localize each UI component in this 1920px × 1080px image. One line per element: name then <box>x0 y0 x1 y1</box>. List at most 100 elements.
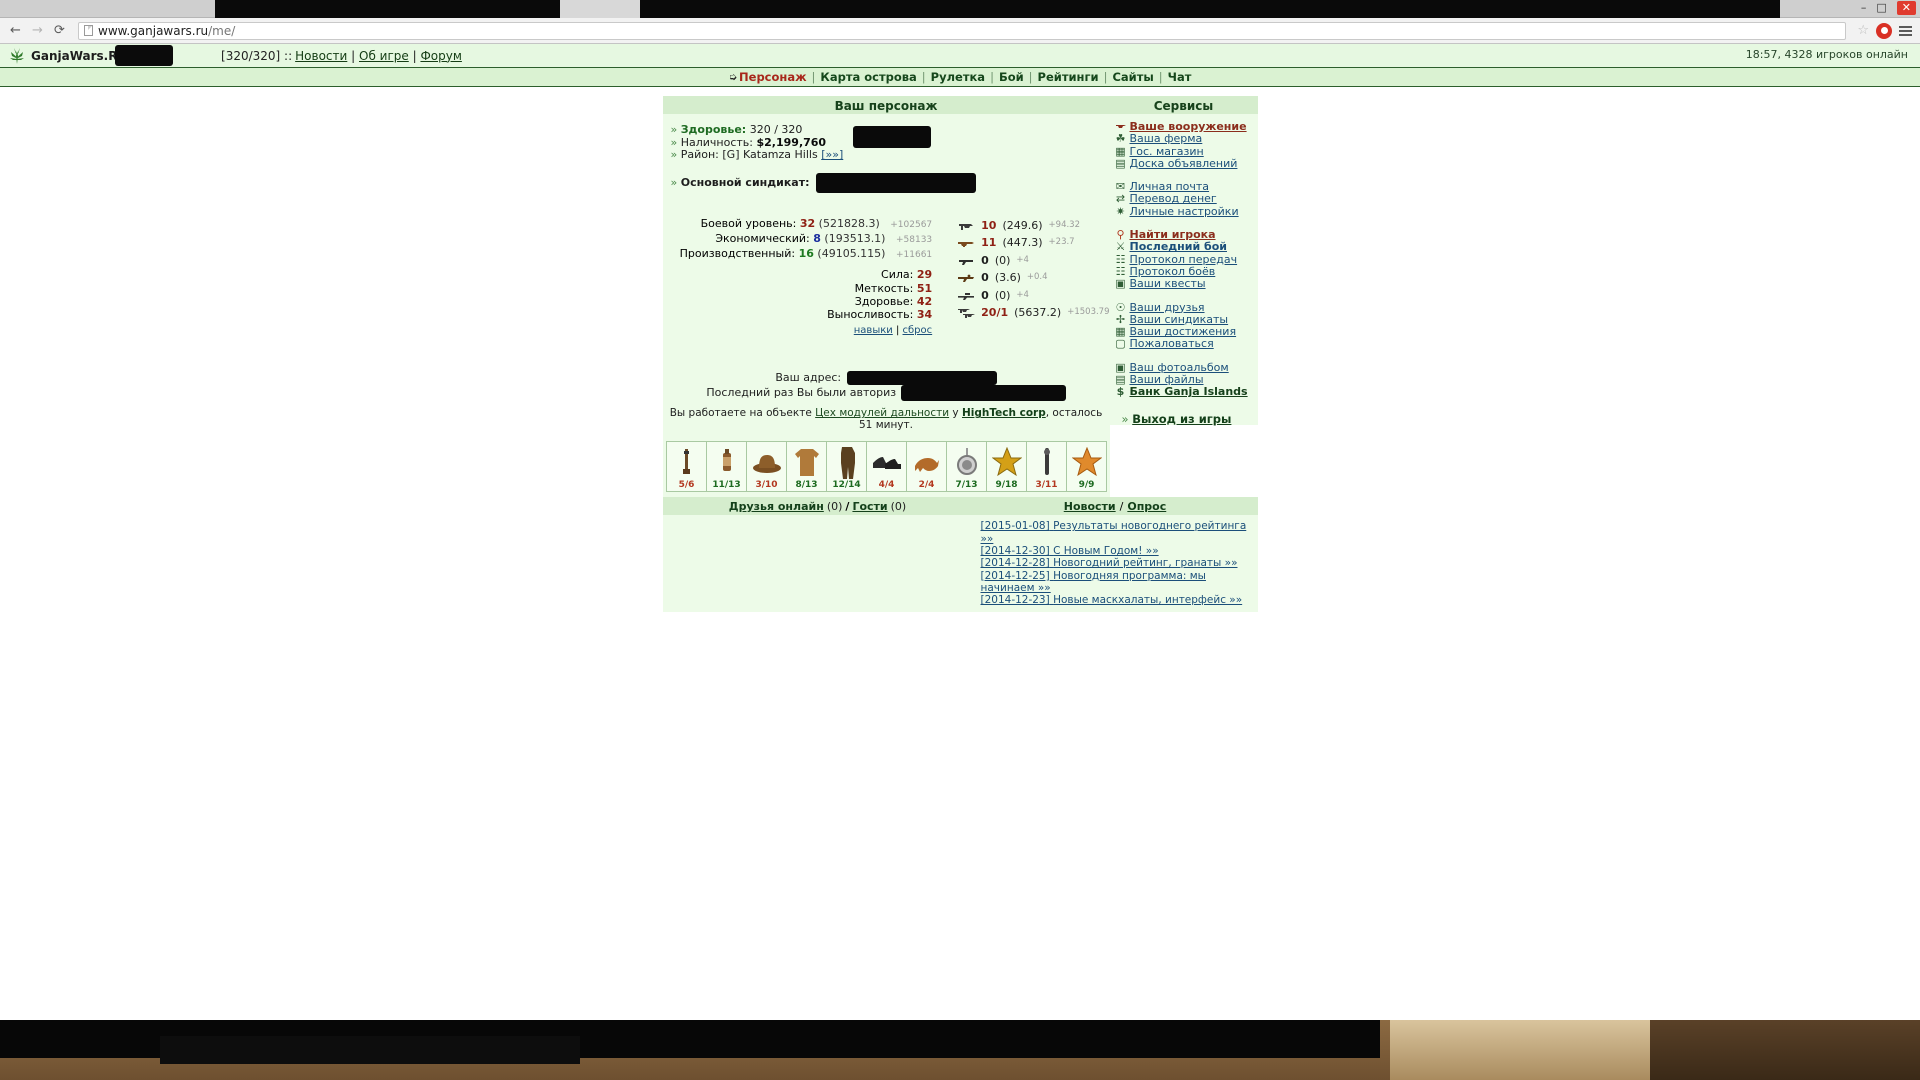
redacted-nickname <box>115 45 173 66</box>
district-link[interactable]: [»»] <box>821 148 843 161</box>
address-bar[interactable]: www.ganjawars.ru/me/ <box>78 21 1847 40</box>
header-link-about[interactable]: Об игре <box>359 49 409 63</box>
equipment-row: 0 (0) +4 <box>958 252 1109 270</box>
news-link[interactable]: [2014-12-30] С Новым Годом! »» <box>981 545 1159 557</box>
main-menu[interactable]: ➭ Персонаж | Карта острова | Рулетка | Б… <box>0 67 1920 87</box>
work-company-link[interactable]: HighTech corp <box>962 407 1046 419</box>
friends-online-link[interactable]: Друзья онлайн <box>729 500 824 513</box>
poll-tab-link[interactable]: Опрос <box>1127 500 1166 513</box>
level-value: 8 <box>813 231 821 245</box>
extension-badge-icon[interactable] <box>1876 22 1892 39</box>
inventory-item[interactable]: 4/4 <box>866 441 907 493</box>
news-tab-link[interactable]: Новости <box>1064 500 1116 513</box>
inventory-item[interactable]: 9/18 <box>986 441 1027 493</box>
sidebar-link[interactable]: Последний бой <box>1130 241 1227 254</box>
browser-toolbar[interactable]: ← → ⟳ www.ganjawars.ru/me/ ☆ <box>0 18 1920 44</box>
bookmark-star-icon[interactable]: ☆ <box>1857 23 1869 38</box>
menu-item-roulette[interactable]: Рулетка <box>931 70 985 84</box>
inventory-count: 3/10 <box>755 480 778 491</box>
friends-online-header[interactable]: Друзья онлайн (0) / Гости (0) <box>662 497 973 516</box>
sidebar-link[interactable]: Перевод денег <box>1130 193 1217 206</box>
inventory-item[interactable]: 3/10 <box>746 441 787 493</box>
bullet: » <box>1121 411 1129 426</box>
sidebar-item-farm[interactable]: ☘ Ваша ферма <box>1116 132 1258 145</box>
sidebar-item-friends[interactable]: ☉ Ваши друзья <box>1116 301 1258 314</box>
inventory-item[interactable]: 5/6 <box>666 441 707 493</box>
minimize-icon[interactable]: – <box>1861 1 1867 15</box>
exit-game-block[interactable]: » Выход из игры <box>1116 411 1258 426</box>
inventory-count: 8/13 <box>795 480 818 491</box>
reload-icon[interactable]: ⟳ <box>52 23 67 38</box>
news-link[interactable]: [2014-12-25] Новогодняя программа: мы на… <box>981 570 1206 594</box>
news-item[interactable]: [2014-12-25] Новогодняя программа: мы на… <box>981 570 1258 595</box>
work-status-line: Вы работаете на объекте Цех модулей даль… <box>663 401 1110 437</box>
news-item[interactable]: [2014-12-28] Новогодний рейтинг, гранаты… <box>981 557 1258 569</box>
window-controls[interactable]: – □ ✕ <box>1861 1 1916 15</box>
sidebar-item-quests[interactable]: ▣ Ваши квесты <box>1115 277 1258 290</box>
exit-game-link[interactable]: Выход из игры <box>1132 412 1231 426</box>
inventory-item[interactable]: 11/13 <box>706 441 747 493</box>
site-brand[interactable]: GanjaWars.Ru <box>31 49 126 63</box>
news-item[interactable]: [2014-12-23] Новые маскхалаты, интерфейс… <box>981 594 1258 606</box>
back-arrow-icon[interactable]: ← <box>8 23 23 38</box>
sidebar-link[interactable]: Ваши друзья <box>1130 301 1205 314</box>
menu-item-ratings[interactable]: Рейтинги <box>1038 70 1099 84</box>
inventory-item[interactable]: 8/13 <box>786 441 827 493</box>
menu-item-island-map[interactable]: Карта острова <box>820 70 916 84</box>
syndicate-icon: ✢ <box>1115 312 1126 326</box>
news-poll-header[interactable]: Новости / Опрос <box>972 497 1258 516</box>
skills-links[interactable]: навыки | сброс <box>663 324 933 337</box>
sidebar-item-bank[interactable]: $ Банк Ganja Islands <box>1116 386 1258 399</box>
sidebar-item-complain[interactable]: ▢ Пожаловаться <box>1115 338 1258 351</box>
menu-item-character[interactable]: Персонаж <box>739 70 807 84</box>
dual-pistols-icon <box>958 307 976 319</box>
sidebar-item-transfer[interactable]: ⇄ Перевод денег <box>1116 193 1258 206</box>
work-object-link[interactable]: Цех модулей дальности <box>815 407 949 419</box>
header-link-news[interactable]: Новости <box>295 49 347 63</box>
inventory-item[interactable]: 9/9 <box>1066 441 1107 493</box>
services-list[interactable]: Ваше вооружение ☘ Ваша ферма ▦ Гос. мага… <box>1110 114 1258 425</box>
sidebar-link[interactable]: Ваша ферма <box>1130 132 1203 145</box>
close-icon[interactable]: ✕ <box>1896 1 1916 15</box>
page-info-icon <box>84 25 93 36</box>
menu-item-chat[interactable]: Чат <box>1168 70 1192 84</box>
news-link[interactable]: [2014-12-28] Новогодний рейтинг, гранаты… <box>981 557 1238 569</box>
sidebar-link[interactable]: Пожаловаться <box>1130 338 1214 351</box>
redacted-lastlogin <box>900 385 1066 402</box>
header-link-forum[interactable]: Форум <box>420 49 461 63</box>
sidebar-item-board[interactable]: ▤ Доска объявлений <box>1115 157 1258 170</box>
inventory-item[interactable]: 7/13 <box>946 441 987 493</box>
news-list[interactable]: [2015-01-08] Результаты новогоднего рейт… <box>973 515 1258 612</box>
maximize-icon[interactable]: □ <box>1876 1 1886 15</box>
level-bonus: +11661 <box>895 250 933 261</box>
hamburger-menu-icon[interactable] <box>1899 25 1912 36</box>
sidebar-link[interactable]: Ваши квесты <box>1130 277 1206 290</box>
browser-tabstrip[interactable]: – □ ✕ <box>0 0 1920 18</box>
search-icon: ⚲ <box>1116 228 1125 242</box>
news-link[interactable]: [2014-12-23] Новые маскхалаты, интерфейс… <box>981 594 1243 606</box>
inventory-item[interactable]: 3/11 <box>1026 441 1067 493</box>
hat-item-icon <box>747 444 786 479</box>
menu-item-fight[interactable]: Бой <box>999 70 1024 84</box>
news-item[interactable]: [2014-12-30] С Новым Годом! »» <box>981 545 1258 557</box>
sidebar-item-last-fight[interactable]: ⚔ Последний бой <box>1116 241 1258 254</box>
attribute-row: Меткость: 51 <box>663 282 933 295</box>
sniper-icon <box>958 290 975 302</box>
reset-link[interactable]: сброс <box>903 325 933 336</box>
skills-link[interactable]: навыки <box>854 325 893 336</box>
site-header-links[interactable]: Новости | Об игре | Форум <box>295 49 462 63</box>
inventory-item[interactable]: 12/14 <box>826 441 867 493</box>
forward-arrow-icon[interactable]: → <box>30 23 45 38</box>
redacted-avatar <box>852 126 931 148</box>
inventory-strip[interactable]: 5/6 11/13 3/10 8/13 12/14 4/4 2/4 7/13 9… <box>663 437 1110 497</box>
news-item[interactable]: [2015-01-08] Результаты новогоднего рейт… <box>981 520 1258 545</box>
sidebar-link[interactable]: Банк Ganja Islands <box>1130 386 1248 399</box>
sidebar-item-settings[interactable]: ✷ Личные настройки <box>1116 205 1258 218</box>
news-link[interactable]: [2015-01-08] Результаты новогоднего рейт… <box>981 520 1247 544</box>
character-panel: Ваш персонаж » Здоровье: 320 / 320 » Нал… <box>662 96 1110 498</box>
sidebar-link[interactable]: Личные настройки <box>1130 205 1239 218</box>
guests-link[interactable]: Гости <box>852 500 887 513</box>
inventory-item[interactable]: 2/4 <box>906 441 947 493</box>
menu-item-sites[interactable]: Сайты <box>1112 70 1153 84</box>
sidebar-link[interactable]: Доска объявлений <box>1130 157 1238 170</box>
